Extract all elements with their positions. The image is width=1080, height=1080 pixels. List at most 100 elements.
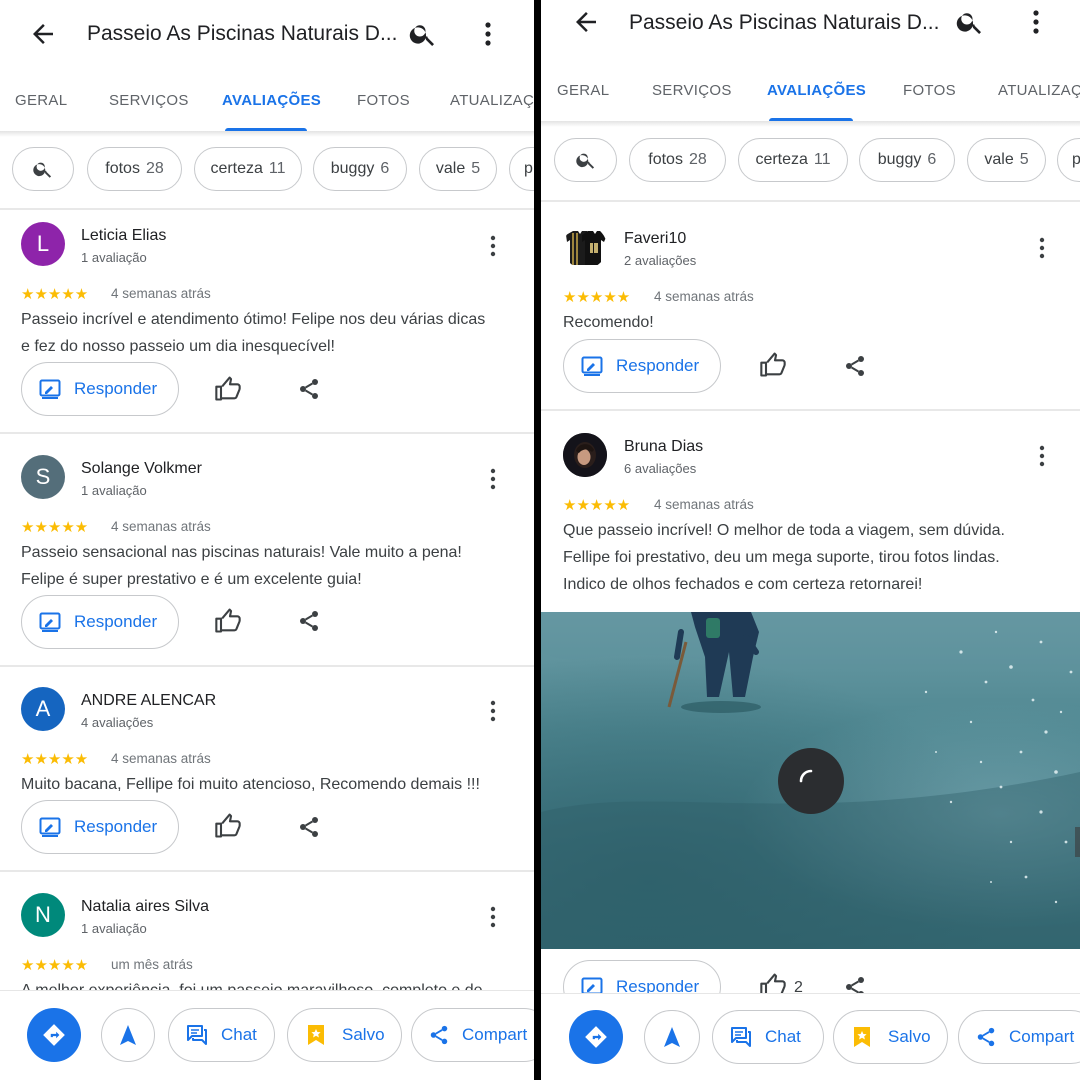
chip-vale[interactable]: vale 5: [419, 147, 497, 191]
chip-more[interactable]: p: [1057, 138, 1080, 182]
avatar-jerseys-image[interactable]: [563, 225, 607, 269]
avatar[interactable]: N: [21, 893, 65, 937]
chips-divider: [541, 200, 1080, 202]
chip-label: certeza: [755, 151, 808, 168]
more-vert-icon[interactable]: [1039, 444, 1045, 468]
tab-atualizacoes[interactable]: ATUALIZAÇ: [998, 82, 1080, 99]
share-icon[interactable]: [297, 377, 321, 401]
review-text: Muito bacana, Fellipe foi muito atencios…: [21, 776, 480, 793]
back-arrow-icon[interactable]: [28, 19, 58, 49]
chip-certeza[interactable]: certeza 11: [194, 147, 302, 191]
share-icon: [977, 1027, 995, 1047]
thumbs-up-icon[interactable]: [214, 812, 242, 840]
share-place-button[interactable]: Compart: [958, 1010, 1080, 1064]
save-label: Salvo: [888, 1027, 931, 1046]
avatar-photo[interactable]: [563, 433, 607, 477]
more-vert-icon[interactable]: [1039, 236, 1045, 260]
more-vert-icon[interactable]: [490, 905, 496, 929]
search-reviews-chip[interactable]: [12, 147, 74, 191]
chips-divider: [0, 208, 534, 210]
thumbs-up-icon[interactable]: [759, 351, 787, 379]
share-icon[interactable]: [297, 815, 321, 839]
search-icon[interactable]: [955, 7, 985, 37]
chip-label: certeza: [210, 160, 263, 177]
chip-certeza[interactable]: certeza 11: [738, 138, 848, 182]
reply-button[interactable]: Responder: [21, 362, 179, 416]
tab-geral[interactable]: GERAL: [15, 92, 67, 109]
navigation-arrow-icon: [120, 1025, 136, 1045]
reviewer-review-count: 2 avaliações: [624, 253, 697, 268]
chip-count: 28: [688, 151, 707, 168]
tab-divider: [541, 121, 1080, 127]
reviewer-name[interactable]: Solange Volkmer: [81, 460, 202, 478]
chat-label: Chat: [765, 1027, 801, 1046]
directions-button[interactable]: [27, 1008, 81, 1062]
reviewer-name[interactable]: Natalia aires Silva: [81, 898, 209, 916]
search-reviews-chip[interactable]: [554, 138, 617, 182]
chat-button[interactable]: Chat: [168, 1008, 275, 1062]
page-title: Passeio As Piscinas Naturais D...: [87, 22, 398, 45]
start-navigation-button[interactable]: [644, 1010, 700, 1064]
chip-vale[interactable]: vale 5: [967, 138, 1046, 182]
chat-label: Chat: [221, 1025, 257, 1044]
tab-atualizacoes[interactable]: ATUALIZAÇ: [450, 92, 534, 109]
more-vert-icon[interactable]: [490, 699, 496, 723]
reviewer-review-count: 1 avaliação: [81, 250, 147, 265]
avatar[interactable]: A: [21, 687, 65, 731]
reviewer-review-count: 6 avaliações: [624, 461, 697, 476]
page-title: Passeio As Piscinas Naturais D...: [629, 11, 940, 34]
tab-servicos[interactable]: SERVIÇOS: [109, 92, 189, 109]
reviewer-name[interactable]: Bruna Dias: [624, 438, 703, 456]
profile-photo-image: [563, 433, 607, 477]
share-icon[interactable]: [297, 609, 321, 633]
review-text: Que passeio incrível! O melhor de toda a…: [563, 522, 1005, 593]
reviewer-name[interactable]: ANDRE ALENCAR: [81, 692, 216, 710]
share-place-button[interactable]: Compart: [411, 1008, 534, 1062]
star-rating: ★★★★★: [21, 286, 89, 303]
reviewer-name[interactable]: Faveri10: [624, 230, 686, 248]
chip-count: 6: [380, 160, 390, 177]
reply-label: Responder: [74, 612, 158, 631]
chip-buggy[interactable]: buggy 6: [313, 147, 407, 191]
tab-servicos[interactable]: SERVIÇOS: [652, 82, 732, 99]
share-icon[interactable]: [843, 354, 867, 378]
more-vert-icon[interactable]: [483, 19, 493, 49]
reviewer-review-count: 1 avaliação: [81, 483, 147, 498]
chip-label: buggy: [877, 151, 922, 168]
thumbs-up-icon[interactable]: [214, 607, 242, 635]
reply-button[interactable]: Responder: [563, 339, 721, 393]
save-button[interactable]: Salvo: [287, 1008, 402, 1062]
start-navigation-button[interactable]: [101, 1008, 155, 1062]
save-label: Salvo: [342, 1025, 385, 1044]
tab-fotos[interactable]: FOTOS: [903, 82, 956, 99]
tab-avaliacoes[interactable]: AVALIAÇÕES: [767, 82, 866, 99]
directions-button[interactable]: [569, 1010, 623, 1064]
tab-geral[interactable]: GERAL: [557, 82, 609, 99]
reviewer-name[interactable]: Leticia Elias: [81, 227, 166, 245]
review-video[interactable]: [541, 612, 1080, 949]
reply-button[interactable]: Responder: [21, 800, 179, 854]
chip-buggy[interactable]: buggy 6: [859, 138, 955, 182]
directions-icon: [585, 1026, 607, 1048]
thumbs-up-icon[interactable]: [214, 375, 242, 403]
reply-label: Responder: [74, 379, 158, 398]
avatar[interactable]: L: [21, 222, 65, 266]
chip-more[interactable]: p: [509, 147, 534, 191]
chip-fotos[interactable]: fotos 28: [87, 147, 182, 191]
bottom-action-bar: Chat Salvo Compart: [0, 990, 534, 1080]
reply-icon: [39, 612, 61, 632]
chip-label: vale: [435, 160, 466, 177]
avatar[interactable]: S: [21, 455, 65, 499]
back-arrow-icon[interactable]: [571, 7, 601, 37]
reply-button[interactable]: Responder: [21, 595, 179, 649]
tab-avaliacoes[interactable]: AVALIAÇÕES: [222, 92, 321, 109]
search-icon[interactable]: [408, 19, 438, 49]
more-vert-icon[interactable]: [490, 234, 496, 258]
save-button[interactable]: Salvo: [833, 1010, 948, 1064]
more-vert-icon[interactable]: [490, 467, 496, 491]
chat-button[interactable]: Chat: [712, 1010, 824, 1064]
more-vert-icon[interactable]: [1031, 7, 1041, 37]
reply-label: Responder: [74, 817, 158, 836]
tab-fotos[interactable]: FOTOS: [357, 92, 410, 109]
chip-fotos[interactable]: fotos 28: [629, 138, 726, 182]
